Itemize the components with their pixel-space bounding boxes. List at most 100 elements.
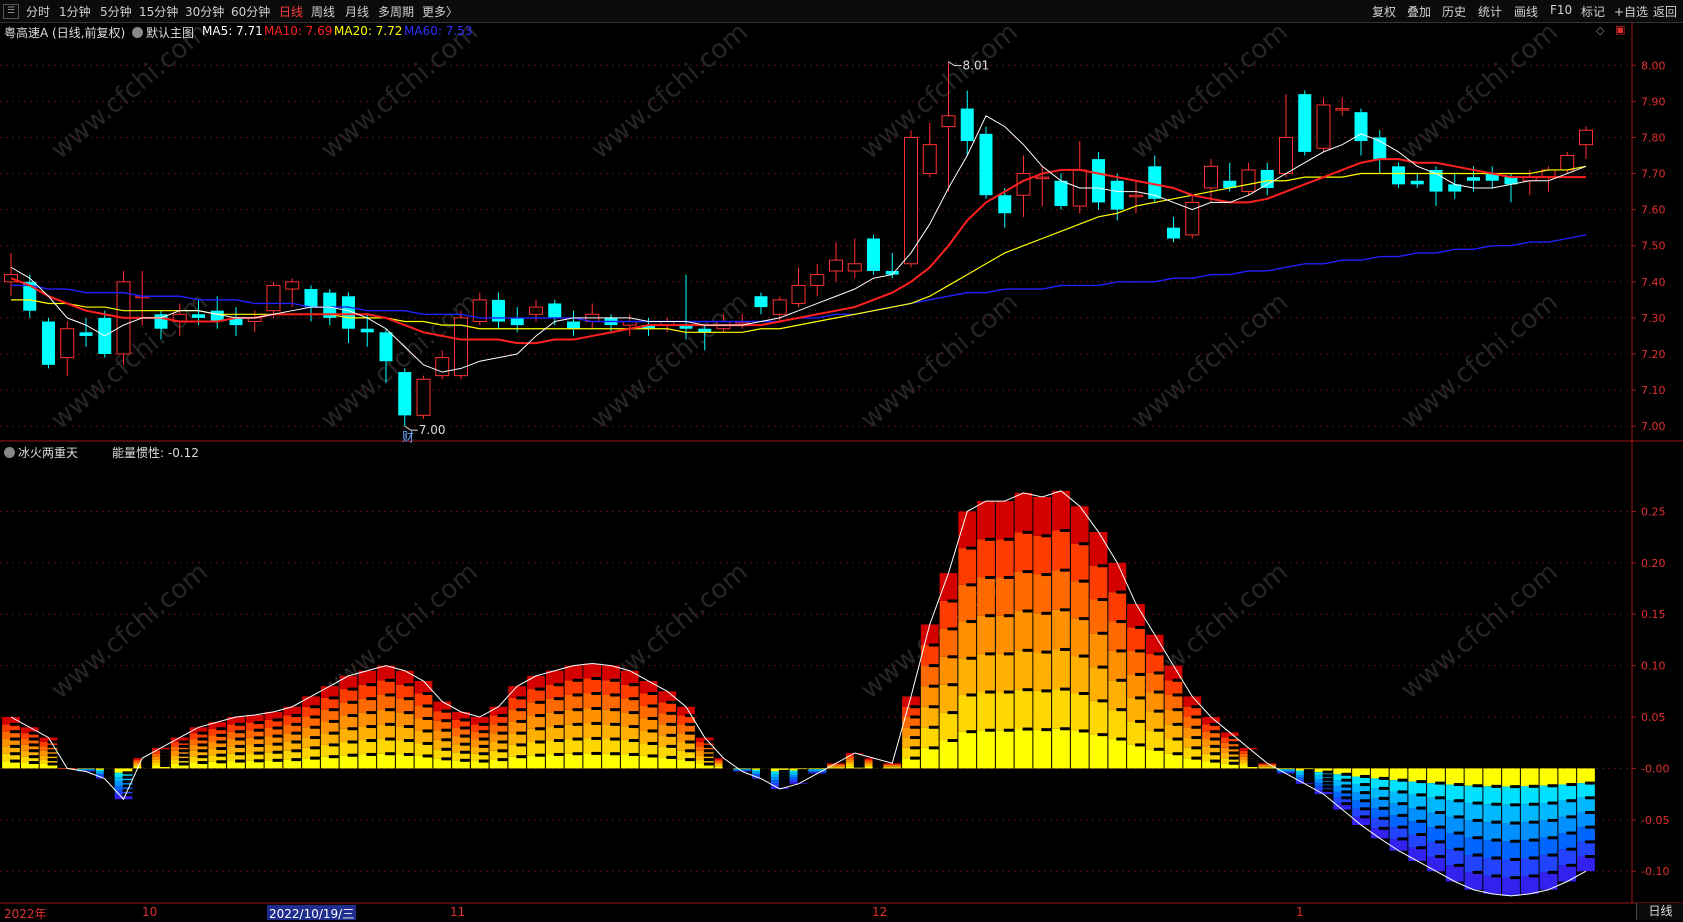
energy-bar-segment [1258,764,1277,766]
adjust-button[interactable]: 复权 [1372,3,1396,20]
candle-body [904,136,918,265]
candle-body [60,328,75,359]
period-tab-60min[interactable]: 60分钟 [231,3,270,20]
energy-bar-divider [947,739,958,743]
energy-bar-divider [253,728,264,732]
candle [754,292,768,315]
energy-bar-divider [1172,678,1183,682]
energy-bar-segment [1145,730,1164,750]
candle [1579,126,1593,160]
energy-bar-divider [947,655,958,659]
energy-bar-segment [1183,747,1202,759]
energy-bar-divider [1078,617,1089,621]
energy-bar-segment [939,628,958,657]
energy-bar-segment [1464,820,1483,838]
energy-bar-divider [1397,790,1408,794]
energy-bar-divider [1097,598,1108,602]
mark-button[interactable]: 标记 [1581,3,1605,20]
energy-bar-divider [347,714,358,718]
ma10-line [10,158,1586,345]
period-tab-more[interactable]: 更多〉 [422,3,458,20]
energy-bar-segment [920,686,939,707]
energy-bar-divider [385,752,395,756]
period-tab-5min[interactable]: 5分钟 [100,3,132,20]
energy-bar-divider [460,718,470,722]
energy-bar-segment [902,737,920,748]
energy-bar-divider [441,709,452,713]
energy-bar-segment [414,730,433,744]
back-button[interactable]: 返回 [1653,3,1677,20]
energy-bar-divider [10,752,20,756]
menu-icon[interactable]: ☰ [3,4,19,19]
period-indicator-button[interactable]: 日线 [1636,903,1683,920]
add-watchlist-button[interactable]: +自选 [1614,3,1648,20]
energy-bar-divider [910,705,920,709]
energy-bar-segment [883,764,902,765]
history-button[interactable]: 历史 [1442,3,1466,20]
energy-bar-segment [1089,700,1108,735]
period-tab-daily[interactable]: 日线 [279,3,303,20]
energy-bar-divider [553,752,564,756]
energy-bar-divider [1510,785,1520,789]
energy-bar-divider [272,726,283,730]
date-label-nov: 11 [450,905,466,919]
energy-bar-divider [1116,649,1127,653]
energy-bar-segment [977,653,995,693]
overlay-button[interactable]: 叠加 [1407,3,1431,20]
energy-bar-divider [403,683,414,687]
energy-bar-divider [553,711,564,715]
energy-bar-divider [122,775,133,779]
finance-event-tag[interactable]: 财 [402,428,414,445]
candle-body [1260,169,1274,188]
energy-bar-divider [1097,699,1108,703]
energy-bar-divider [947,599,958,603]
f10-button[interactable]: F10 [1550,3,1572,17]
energy-bar-divider [947,627,958,631]
energy-bar-segment [1483,768,1502,787]
energy-bar-segment [1502,804,1520,824]
energy-bar-segment [1127,627,1145,651]
draw-button[interactable]: 画线 [1514,3,1538,20]
watermark-text: www.cfchi.com [1395,557,1564,705]
energy-bar-divider [535,727,545,731]
energy-bar-divider [572,722,583,726]
energy-bar-divider [216,747,227,751]
energy-bar-divider [1510,821,1520,825]
period-tab-30min[interactable]: 30分钟 [185,3,224,20]
watermark-layer: www.cfchi.com www.cfchi.com www.cfchi.com w… [45,22,1564,705]
energy-bar-divider [535,753,545,757]
period-tab-monthly[interactable]: 月线 [345,3,369,20]
energy-bar-segment [639,743,658,756]
energy-bar-divider [1191,725,1202,729]
period-tab-multi[interactable]: 多周期 [378,3,414,20]
energy-bar-divider [666,711,677,715]
energy-bar-divider [1547,784,1558,788]
energy-bar-divider [1360,799,1370,803]
indicator-tick-label: 0.25 [1641,505,1666,518]
panel-toggle-icon[interactable]: ▣ [1615,23,1625,36]
indicator-name[interactable]: 冰火两重天 [4,444,78,461]
stats-button[interactable]: 统计 [1478,3,1502,20]
period-tab-1min[interactable]: 1分钟 [59,3,91,20]
period-tab-15min[interactable]: 15分钟 [139,3,178,20]
period-tab-weekly[interactable]: 周线 [311,3,335,20]
period-tab-fenshi[interactable]: 分时 [26,3,50,20]
chart-canvas[interactable]: www.cfchi.com www.cfchi.com www.cfchi.com w… [0,22,1683,920]
energy-bar-segment [1183,758,1202,769]
energy-bar-segment [620,712,639,727]
energy-bar-segment [1145,653,1164,673]
energy-bar-divider [272,718,283,722]
energy-bar-segment [395,740,414,755]
energy-bar-segment [1145,692,1164,712]
template-selector[interactable]: 默认主图 [132,24,194,41]
candle-body [285,281,300,290]
energy-bar-segment [358,684,377,699]
diamond-icon[interactable]: ◇ [1596,24,1604,37]
energy-bar-segment [883,766,902,768]
indicator-tick-label: 0.05 [1641,711,1666,724]
energy-bar-divider [178,753,189,757]
energy-bar-divider [328,708,339,712]
energy-bar-segment [939,712,958,741]
energy-bar-divider [1416,793,1427,797]
energy-bar-divider [591,677,602,681]
